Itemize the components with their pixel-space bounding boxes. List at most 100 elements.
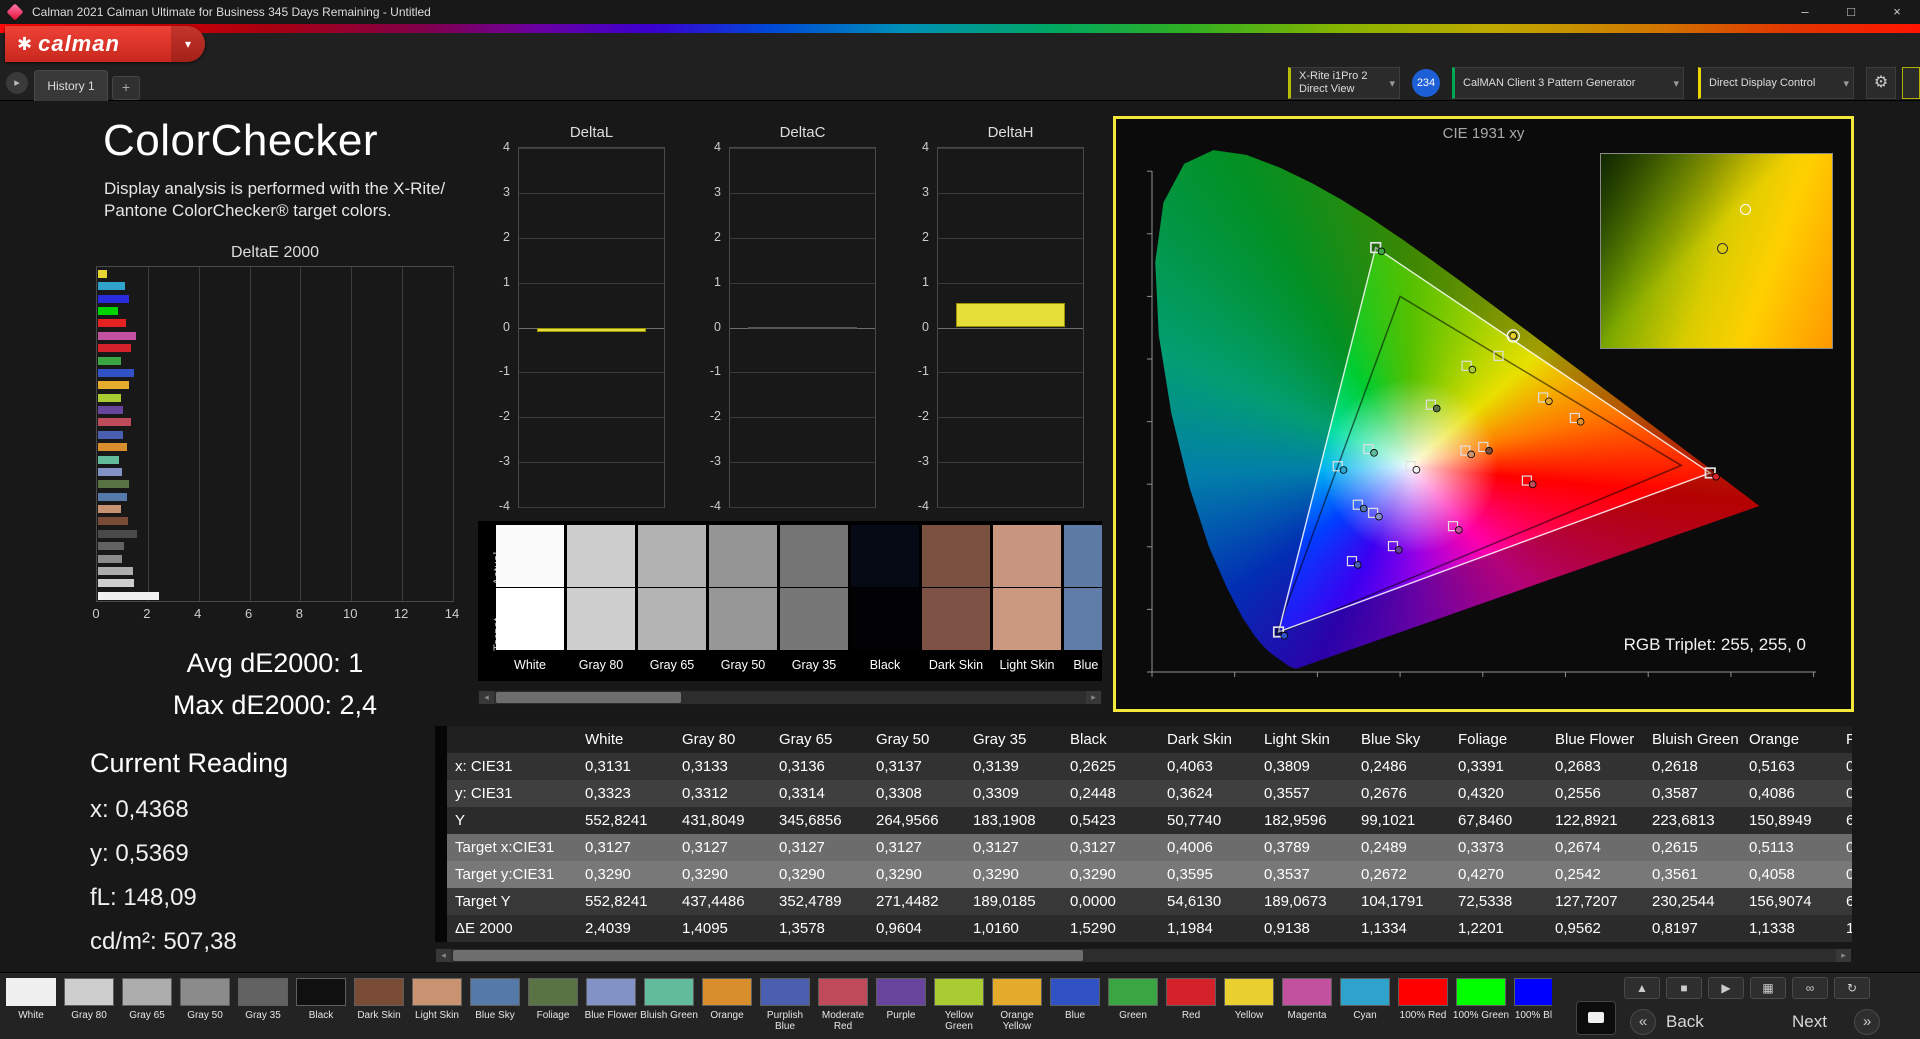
patch-chip-cyan[interactable]: [1340, 978, 1390, 1006]
calman-logo-text: calman: [38, 31, 120, 56]
delta-tick-label: 1: [922, 274, 929, 289]
deltae-bar-purplish-blue: [98, 430, 124, 439]
calman-logo-menu[interactable]: ✱ calman ▾: [5, 26, 205, 62]
delta-tick-label: -4: [498, 499, 510, 513]
avg-de2000: Avg dE2000: 1: [186, 648, 364, 678]
patch-chip-label: Red: [1181, 1010, 1201, 1021]
display-control-dropdown[interactable]: Direct Display Control ▾: [1698, 67, 1854, 99]
pattern-generator-dropdown[interactable]: CalMAN Client 3 Pattern Generator ▾: [1452, 67, 1684, 99]
table-row: y: CIE31 0,3323 0,3312 0,3314 0,3308 0,3309 0,…: [447, 780, 1852, 808]
swatch-target-gray-65: [638, 588, 706, 650]
delta-gridline: [938, 327, 1083, 329]
table-cell: 122,8921: [1555, 812, 1618, 829]
minimize-button[interactable]: –: [1782, 0, 1828, 24]
patch-chip-blue-flower[interactable]: [586, 978, 636, 1006]
delta-h-chart: DeltaH 4 3 2 1 0 -1 -2 -3 -4: [918, 124, 1084, 524]
scroll-up-button[interactable]: ▲: [1624, 977, 1660, 999]
delta-tick-label: 1: [714, 274, 721, 289]
patch-chip-black[interactable]: [296, 978, 346, 1006]
next-button[interactable]: Next: [1792, 1009, 1827, 1035]
back-chevron-icon[interactable]: «: [1630, 1009, 1656, 1035]
title-bar: Calman 2021 Calman Ultimate for Business…: [0, 0, 1920, 25]
deltae-gridline: [147, 267, 149, 601]
table-cell: 67,8460: [1458, 812, 1513, 829]
swatch-strip-scrollbar[interactable]: ◂ ▸: [478, 690, 1102, 705]
meter-dropdown[interactable]: X-Rite i1Pro 2 Direct View ▾: [1288, 67, 1400, 99]
gear-icon[interactable]: ⚙: [1866, 67, 1896, 99]
continuous-measure-button[interactable]: ∞: [1792, 977, 1828, 999]
patch-chip-100-blue[interactable]: [1514, 978, 1552, 1006]
patch-chip-foliage[interactable]: [528, 978, 578, 1006]
partial-settings-button[interactable]: [1902, 67, 1920, 99]
patch-chip-bluish-green[interactable]: [644, 978, 694, 1006]
scrollbar-thumb[interactable]: [453, 950, 1083, 961]
patch-chip-gray-80[interactable]: [64, 978, 114, 1006]
table-cell: 1,2201: [1458, 920, 1504, 937]
pattern-window-button[interactable]: [1576, 1001, 1616, 1035]
close-button[interactable]: ×: [1874, 0, 1920, 24]
patch-chip-red[interactable]: [1166, 978, 1216, 1006]
delta-gridline: [730, 148, 875, 149]
scroll-right-arrow[interactable]: ▸: [1836, 949, 1851, 962]
table-cell: 0,4058: [1749, 866, 1795, 883]
next-chevron-icon[interactable]: »: [1854, 1009, 1880, 1035]
tab-scroll-button[interactable]: ▸: [6, 72, 28, 94]
patch-chip-purple[interactable]: [876, 978, 926, 1006]
tab-history-1[interactable]: History 1: [34, 70, 108, 101]
delta-c-chart: DeltaC 4 3 2 1 0 -1 -2 -3 -4: [710, 124, 876, 524]
patch-chip-white[interactable]: [6, 978, 56, 1006]
delta-gridline: [938, 148, 1083, 149]
patch-chip-dark-skin[interactable]: [354, 978, 404, 1006]
patch-chip-yellow-green[interactable]: [934, 978, 984, 1006]
deltae-gridline: [198, 267, 200, 601]
delta-l-plot: [518, 147, 665, 508]
reset-button[interactable]: ↻: [1834, 977, 1870, 999]
patch-chip-label: Gray 35: [245, 1010, 281, 1021]
scroll-left-arrow[interactable]: ◂: [436, 949, 451, 962]
scrollbar-thumb[interactable]: [496, 692, 681, 703]
table-cell: 0,5423: [1070, 812, 1116, 829]
patch-chip-light-skin[interactable]: [412, 978, 462, 1006]
table-cell: 0,9604: [876, 920, 922, 937]
patch-chip-green[interactable]: [1108, 978, 1158, 1006]
page-title: ColorChecker: [103, 116, 378, 165]
patch-chip-yellow[interactable]: [1224, 978, 1274, 1006]
patch-chip-label: Purple: [886, 1010, 916, 1021]
patch-chip-blue[interactable]: [1050, 978, 1100, 1006]
table-cell: 0,3537: [1264, 866, 1310, 883]
table-scrollbar[interactable]: ◂ ▸: [435, 948, 1852, 963]
maximize-button[interactable]: □: [1828, 0, 1874, 24]
table-header-row: White Gray 80 Gray 65 Gray 50 Gray 35 Black Da…: [447, 726, 1852, 753]
patch-chip-purplish-blue[interactable]: [760, 978, 810, 1006]
patch-chip-blue-sky[interactable]: [470, 978, 520, 1006]
table-cell: 2,4039: [585, 920, 631, 937]
add-tab-button[interactable]: +: [112, 76, 140, 100]
patch-chip-gray-50[interactable]: [180, 978, 230, 1006]
save-button[interactable]: ▦: [1750, 977, 1786, 999]
scroll-right-arrow[interactable]: ▸: [1086, 691, 1101, 704]
deltae-tick-label: 10: [343, 606, 358, 621]
patch-chip-100-green[interactable]: [1456, 978, 1506, 1006]
patch-chip-magenta[interactable]: [1282, 978, 1332, 1006]
description-line-1: Display analysis is performed with the X…: [104, 179, 446, 198]
delta-tick-label: 0: [503, 319, 510, 334]
table-cell: 99,1021: [1361, 812, 1416, 829]
patch-chip-label: Magenta: [1287, 1010, 1327, 1021]
patch-chip-orange-yellow[interactable]: [992, 978, 1042, 1006]
scroll-left-arrow[interactable]: ◂: [479, 691, 494, 704]
table-cell: 0,4270: [1458, 866, 1504, 883]
patch-chip-gray-35[interactable]: [238, 978, 288, 1006]
delta-tick-label: 1: [503, 274, 510, 289]
table-cell: 0,3127: [1070, 839, 1116, 856]
patch-chip-orange[interactable]: [702, 978, 752, 1006]
play-button[interactable]: ▶: [1708, 977, 1744, 999]
back-button[interactable]: Back: [1666, 1009, 1704, 1035]
patch-chip-gray-65[interactable]: [122, 978, 172, 1006]
table-cell: 0,2: [1846, 758, 1852, 775]
delta-tick-label: -2: [917, 409, 929, 424]
table-cell: 183,1908: [973, 812, 1036, 829]
deltae-bar-blue-sky: [98, 492, 127, 501]
patch-chip-100-red[interactable]: [1398, 978, 1448, 1006]
stop-button[interactable]: ■: [1666, 977, 1702, 999]
patch-chip-moderate-red[interactable]: [818, 978, 868, 1006]
